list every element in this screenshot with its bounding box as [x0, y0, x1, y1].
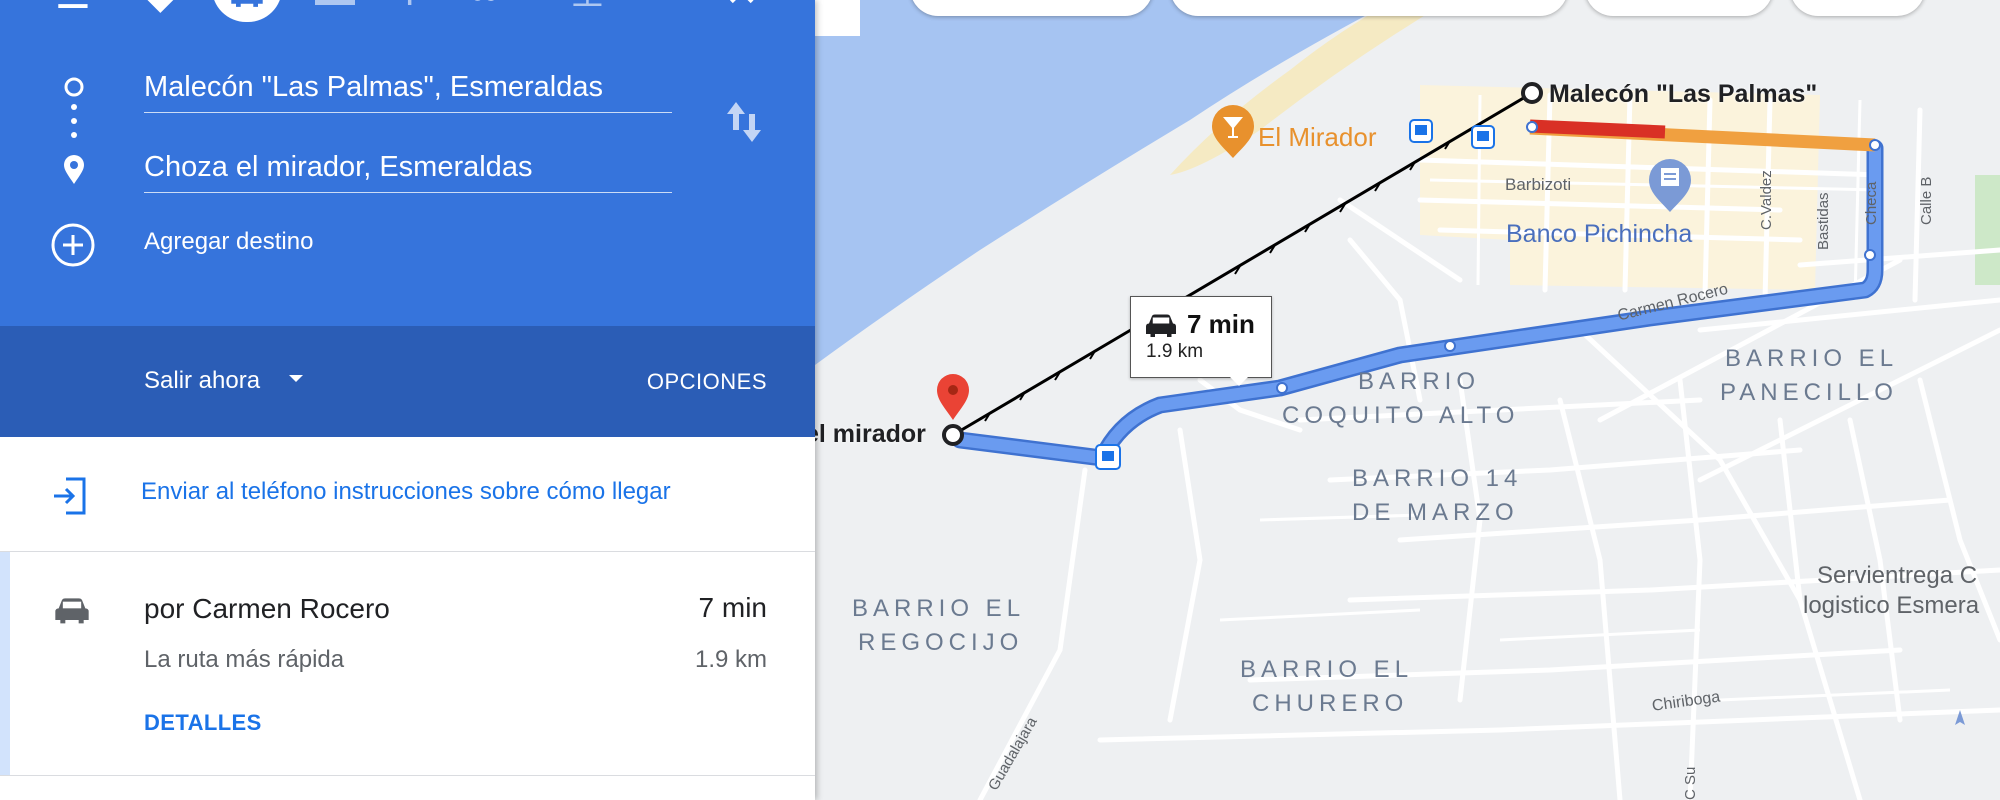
swap-icon[interactable]	[725, 100, 763, 144]
bus-stop-icon	[1409, 119, 1433, 143]
driving-mode-tab[interactable]	[212, 0, 282, 22]
map-filter-chip[interactable]	[1790, 0, 1925, 16]
poi-banco-label[interactable]: Banco Pichincha	[1506, 220, 1692, 249]
bus-stop-icon	[1471, 125, 1495, 149]
route-distance: 1.9 km	[694, 646, 767, 673]
street-label: Calle B	[1918, 176, 1935, 225]
transit-mode-icon[interactable]: ▬	[315, 0, 355, 15]
neighborhood-label: PANECILLO	[1720, 379, 1898, 406]
route-duration-callout[interactable]: 7 min 1.9 km	[1130, 296, 1272, 378]
directions-header: ☰ ◆ ▬ ǂ ∞ ⊥ ✕ Malecón "Las Palmas", Esme…	[0, 0, 815, 326]
options-button[interactable]: OPCIONES	[647, 369, 767, 395]
origin-input[interactable]: Malecón "Las Palmas", Esmeraldas	[144, 62, 672, 113]
route-dots-icon	[71, 104, 77, 138]
route-option-card[interactable]	[0, 552, 815, 776]
add-destination-icon[interactable]	[50, 222, 96, 268]
neighborhood-label: BARRIO EL	[1240, 656, 1414, 683]
send-to-phone-label[interactable]: Enviar al teléfono instrucciones sobre c…	[141, 478, 671, 506]
origin-circle-icon	[64, 77, 84, 97]
neighborhood-label: REGOCIJO	[858, 629, 1024, 656]
poi-servientrega-label[interactable]: logistico Esmera	[1803, 592, 1979, 620]
close-icon[interactable]: ✕	[725, 0, 759, 16]
street-label: C Su	[1682, 766, 1699, 800]
street-label: Bastidas	[1815, 192, 1832, 250]
neighborhood-label: DE MARZO	[1352, 499, 1519, 526]
walking-mode-icon[interactable]: ǂ	[398, 0, 421, 15]
destination-map-label: el mirador	[805, 420, 926, 448]
bus-stop-icon	[1095, 444, 1121, 470]
route-traffic-red	[1529, 119, 1666, 139]
poi-el-mirador-label[interactable]: El Mirador	[1258, 122, 1376, 153]
neighborhood-label: COQUITO ALTO	[1282, 402, 1520, 429]
neighborhood-label: BARRIO EL	[852, 595, 1026, 622]
neighborhood-label: CHURERO	[1252, 690, 1409, 717]
map-filter-chip[interactable]	[1585, 0, 1773, 16]
callout-distance: 1.9 km	[1146, 341, 1204, 362]
flight-mode-icon[interactable]: ⊥	[570, 0, 605, 16]
car-icon	[55, 598, 89, 624]
callout-time: 7 min	[1187, 309, 1255, 339]
street-label: Barbizoti	[1505, 175, 1572, 194]
neighborhood-label: BARRIO EL	[1725, 345, 1899, 372]
callout-pointer	[1228, 375, 1250, 386]
neighborhood-label: BARRIO	[1358, 368, 1481, 395]
route-title: por Carmen Rocero	[144, 593, 390, 624]
car-icon	[1146, 314, 1176, 337]
destination-input[interactable]: Choza el mirador, Esmeraldas	[144, 142, 672, 193]
depart-options-bar: Salir ahora OPCIONES	[0, 326, 815, 437]
menu-icon[interactable]: ☰	[55, 0, 91, 18]
street-label: C.Valdez	[1758, 170, 1775, 230]
route-duration: 7 min	[698, 592, 767, 623]
origin-map-label: Malecón "Las Palmas"	[1549, 80, 1818, 108]
street-label: Checa	[1863, 181, 1880, 225]
destination-dot-icon	[942, 424, 964, 446]
map-filter-chip[interactable]	[1170, 0, 1568, 16]
best-route-icon[interactable]: ◆	[145, 0, 176, 18]
destination-pin-icon	[64, 155, 84, 184]
directions-panel: ☰ ◆ ▬ ǂ ∞ ⊥ ✕ Malecón "Las Palmas", Esme…	[0, 0, 815, 800]
send-to-phone-icon	[54, 477, 86, 515]
add-destination-label[interactable]: Agregar destino	[144, 228, 313, 256]
route-subtitle: La ruta más rápida	[144, 646, 345, 673]
poi-servientrega-label[interactable]: Servientrega C	[1817, 562, 1977, 590]
map-filter-chip[interactable]	[910, 0, 1153, 16]
map-search-box[interactable]	[815, 0, 860, 36]
neighborhood-label: BARRIO 14	[1352, 465, 1523, 492]
car-icon	[231, 0, 263, 7]
chevron-down-icon[interactable]	[288, 374, 304, 384]
origin-marker-icon	[1521, 82, 1543, 104]
cycling-mode-icon[interactable]: ∞	[470, 0, 499, 15]
details-button[interactable]: DETALLES	[144, 710, 262, 736]
selected-route-indicator	[0, 552, 10, 775]
depart-time-dropdown[interactable]: Salir ahora	[144, 367, 260, 395]
